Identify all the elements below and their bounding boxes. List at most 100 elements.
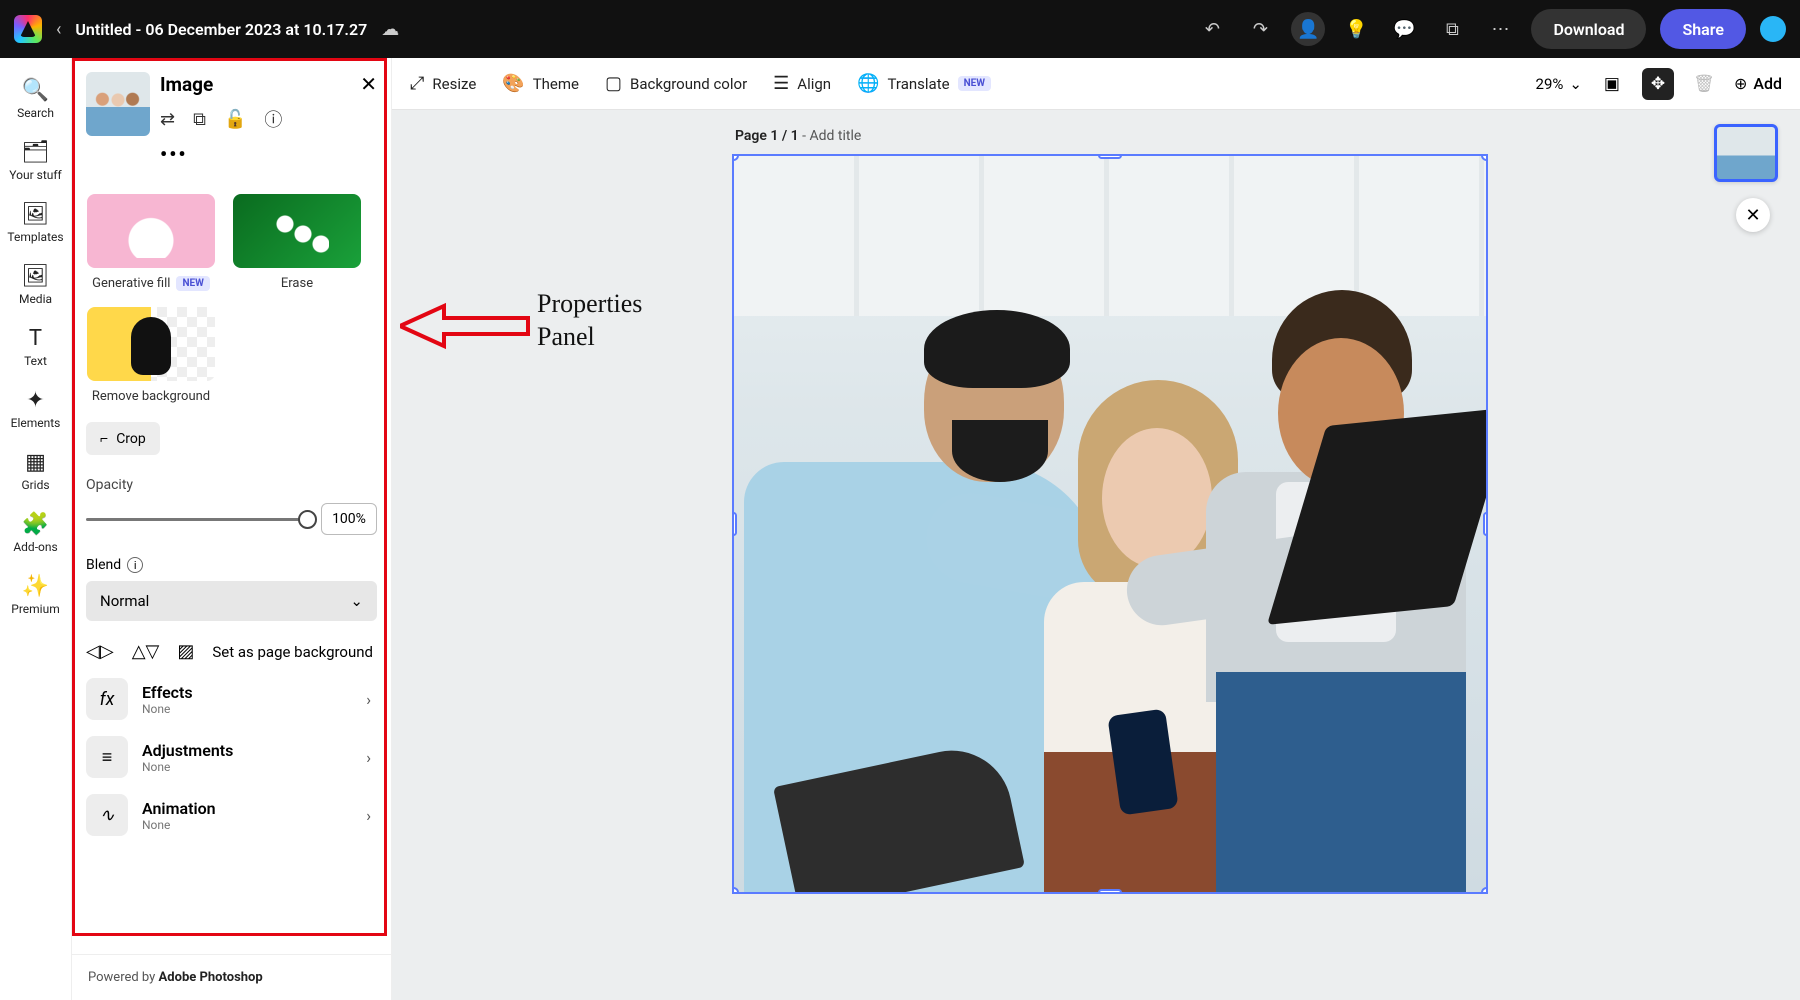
replace-icon[interactable]: ⇄: [160, 109, 175, 130]
rail-text[interactable]: TText: [6, 320, 66, 374]
present-icon[interactable]: ⧉: [1435, 12, 1469, 46]
action-erase[interactable]: Erase: [232, 194, 362, 291]
pattern-icon[interactable]: ▨: [177, 641, 194, 662]
new-badge: NEW: [958, 76, 991, 91]
rail-yourstuff[interactable]: 🗂Your stuff: [6, 134, 66, 188]
app-header: ‹ Untitled - 06 December 2023 at 10.17.2…: [0, 0, 1800, 58]
close-thumbnails-icon[interactable]: ✕: [1736, 198, 1770, 232]
add-page-button[interactable]: ⊕Add: [1734, 74, 1782, 93]
document-title[interactable]: Untitled - 06 December 2023 at 10.17.27: [75, 20, 367, 39]
annotation-label: Properties Panel: [537, 288, 642, 353]
rail-premium[interactable]: ✨Premium: [6, 568, 66, 622]
tool-resize[interactable]: ⤢Resize: [410, 73, 476, 94]
elements-icon: ✦: [26, 388, 44, 412]
resize-icon: ⤢: [410, 73, 424, 94]
crop-button[interactable]: ⌐ Crop: [86, 422, 160, 455]
more-icon[interactable]: ⋯: [1483, 12, 1517, 46]
new-badge: NEW: [176, 276, 209, 291]
set-as-background-button[interactable]: Set as page background: [212, 643, 373, 661]
undo-icon[interactable]: ↶: [1195, 12, 1229, 46]
resize-handle[interactable]: [732, 887, 739, 894]
addons-icon: 🧩: [22, 512, 49, 536]
animation-icon: ∿: [86, 794, 128, 836]
remove-bg-thumb: [87, 307, 215, 381]
selected-image-thumbnail[interactable]: [86, 72, 150, 136]
slider-handle[interactable]: [298, 510, 317, 529]
panel-footer: Powered by Adobe Photoshop: [72, 954, 391, 1000]
duplicate-icon[interactable]: ⧉: [193, 109, 206, 130]
resize-handle[interactable]: [1098, 154, 1122, 159]
tool-translate[interactable]: 🌐TranslateNEW: [857, 73, 991, 94]
lock-icon[interactable]: 🔓: [224, 109, 246, 130]
action-remove-background[interactable]: Remove background: [86, 307, 216, 404]
annotation-arrow-icon: [400, 298, 530, 354]
blend-info-icon[interactable]: i: [127, 557, 143, 573]
tool-align[interactable]: ☰Align: [773, 73, 831, 94]
page-thumbnail[interactable]: [1714, 124, 1778, 182]
panel-close-icon[interactable]: ✕: [360, 72, 377, 96]
zoom-dropdown[interactable]: 29%⌄: [1536, 75, 1582, 93]
chevron-down-icon: ⌄: [1569, 75, 1582, 93]
adjustments-icon: ≡: [86, 736, 128, 778]
section-animation[interactable]: ∿ AnimationNone ›: [86, 794, 377, 836]
text-icon: T: [29, 326, 42, 350]
cloud-sync-icon[interactable]: ☁: [381, 19, 399, 40]
action-generative-fill[interactable]: Generative fillNEW: [86, 194, 216, 291]
tips-icon[interactable]: 💡: [1339, 12, 1373, 46]
square-icon: ▢: [605, 73, 622, 94]
generative-fill-thumb: [87, 194, 215, 268]
search-icon: 🔍: [22, 78, 49, 102]
rail-elements[interactable]: ✦Elements: [6, 382, 66, 436]
chevron-right-icon: ›: [366, 690, 371, 709]
premium-icon: ✨: [22, 574, 49, 598]
tool-bgcolor[interactable]: ▢Background color: [605, 73, 747, 94]
user-avatar[interactable]: [1760, 16, 1786, 42]
rail-search[interactable]: 🔍Search: [6, 72, 66, 126]
rail-addons[interactable]: 🧩Add-ons: [6, 506, 66, 560]
blend-select[interactable]: Normal ⌄: [86, 581, 377, 621]
opacity-slider[interactable]: [86, 518, 309, 521]
selection-mode-icon[interactable]: ✥: [1642, 68, 1674, 100]
resize-handle[interactable]: [1098, 889, 1122, 894]
properties-panel: Image ✕ ⇄ ⧉ 🔓 ⓘ ••• Generativ: [72, 58, 392, 1000]
flip-horizontal-icon[interactable]: ◁▷: [86, 641, 114, 662]
panel-title: Image: [160, 73, 213, 96]
layers-icon[interactable]: ▣: [1596, 68, 1628, 100]
more-options-icon[interactable]: •••: [160, 142, 377, 166]
theme-icon: 🎨: [502, 73, 524, 94]
info-icon[interactable]: ⓘ: [264, 106, 282, 132]
plus-icon: ⊕: [1734, 74, 1747, 93]
download-button[interactable]: Download: [1531, 9, 1646, 49]
flip-vertical-icon[interactable]: △▽: [132, 641, 160, 662]
section-effects[interactable]: fx EffectsNone ›: [86, 678, 377, 720]
blend-label: Blend: [86, 557, 121, 573]
invite-person-icon[interactable]: 👤: [1291, 12, 1325, 46]
app-logo: [14, 15, 42, 43]
folder-icon: 🗂: [22, 140, 50, 164]
rail-media[interactable]: 🖼Media: [6, 258, 66, 312]
effects-icon: fx: [86, 678, 128, 720]
selected-image[interactable]: ↺: [732, 154, 1488, 894]
resize-handle[interactable]: [1481, 887, 1488, 894]
opacity-value[interactable]: 100%: [321, 503, 377, 535]
templates-icon: 🖼: [22, 202, 50, 226]
rail-grids[interactable]: ▦Grids: [6, 444, 66, 498]
back-icon[interactable]: ‹: [56, 19, 61, 40]
comment-icon[interactable]: 💬: [1387, 12, 1421, 46]
crop-icon: ⌐: [100, 430, 108, 447]
section-adjustments[interactable]: ≡ AdjustmentsNone ›: [86, 736, 377, 778]
erase-thumb: [233, 194, 361, 268]
redo-icon[interactable]: ↷: [1243, 12, 1277, 46]
align-icon: ☰: [773, 73, 789, 94]
context-toolbar: ⤢Resize 🎨Theme ▢Background color ☰Align …: [392, 58, 1800, 110]
resize-handle[interactable]: [1483, 512, 1488, 536]
grids-icon: ▦: [25, 450, 46, 474]
left-rail: 🔍Search 🗂Your stuff 🖼Templates 🖼Media TT…: [0, 58, 72, 1000]
rail-templates[interactable]: 🖼Templates: [6, 196, 66, 250]
page-indicator[interactable]: Page 1 / 1 - Add title: [735, 128, 861, 144]
tool-theme[interactable]: 🎨Theme: [502, 73, 579, 94]
chevron-down-icon: ⌄: [350, 592, 363, 610]
delete-icon[interactable]: 🗑: [1688, 68, 1720, 100]
share-button[interactable]: Share: [1660, 9, 1746, 49]
resize-handle[interactable]: [732, 512, 737, 536]
